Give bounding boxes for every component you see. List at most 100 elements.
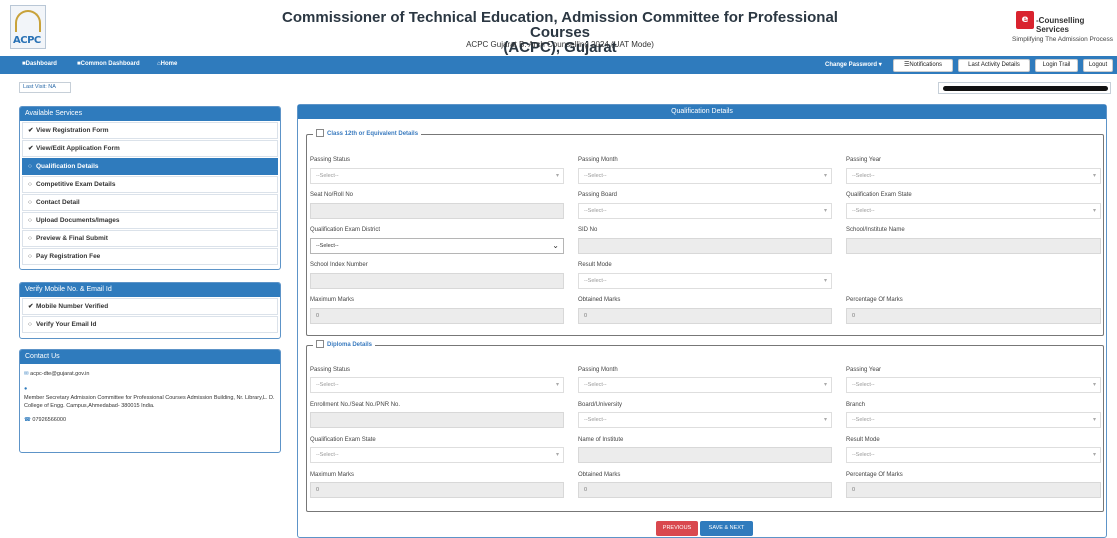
service-contact-detail[interactable]: ○ Contact Detail <box>22 194 278 211</box>
diploma-max-marks-input[interactable]: 0 <box>310 482 564 498</box>
label-exam-district: Qualification Exam District <box>310 227 381 233</box>
nav-change-password[interactable]: Change Password ▾ <box>825 61 882 68</box>
qualification-details-panel: Qualification Details Class 12th or Equi… <box>297 104 1107 538</box>
class12-exam-district-select[interactable]: --Select-- ⌄ <box>310 238 564 254</box>
counselling-brand-tagline: Simplifying The Admission Process <box>1012 36 1114 43</box>
class12-checkbox[interactable] <box>316 129 324 138</box>
class12-passing-status-select[interactable]: --Select-- ▾ <box>310 168 564 184</box>
chevron-down-icon: ▾ <box>1092 382 1096 388</box>
label-passing-year: Passing Year <box>846 157 882 163</box>
chevron-down-icon: ▾ <box>555 173 559 179</box>
contact-panel-title: Contact Us <box>20 350 280 364</box>
acpc-logo-text: ACPC <box>13 35 41 46</box>
class12-seat-no-input[interactable] <box>310 203 564 219</box>
diploma-legend[interactable]: Diploma Details <box>313 340 376 350</box>
label-diploma-obtained-marks: Obtained Marks <box>578 472 621 478</box>
service-view-edit-application-form[interactable]: ✔ View/Edit Application Form <box>22 140 278 157</box>
service-qualification-details[interactable]: ○ Qualification Details <box>22 158 278 175</box>
save-next-button[interactable]: SAVE & NEXT <box>700 521 753 536</box>
circle-icon: ○ <box>28 253 32 260</box>
last-visit-badge: Last Visit: NA <box>19 82 71 93</box>
diploma-enrollment-input[interactable] <box>310 412 564 428</box>
diploma-passing-year-select[interactable]: --Select-- ▾ <box>846 377 1101 393</box>
diploma-fieldset: Diploma Details Passing Status --Select-… <box>306 340 1104 512</box>
last-activity-button[interactable]: Last Activity Details <box>958 59 1030 72</box>
label-school-name: School/Institute Name <box>846 227 905 233</box>
class12-sid-no-input[interactable] <box>578 238 832 254</box>
label-board-university: Board/University <box>578 402 623 408</box>
class12-max-marks-input[interactable]: 0 <box>310 308 564 324</box>
chevron-down-icon: ▾ <box>823 382 827 388</box>
contact-panel: Contact Us ✉ acpc-dte@gujarat.gov.in ● M… <box>19 349 281 453</box>
nav-common-dashboard-link[interactable]: ■Common Dashboard <box>77 61 140 67</box>
chevron-down-icon: ▾ <box>823 278 827 284</box>
available-services-panel: Available Services ✔ View Registration Fo… <box>19 106 281 270</box>
chevron-down-icon: ▾ <box>823 173 827 179</box>
class12-obtained-marks-input[interactable]: 0 <box>578 308 832 324</box>
label-institute-name: Name of Institute <box>578 437 624 443</box>
nav-dashboard-link[interactable]: ■Dashboard <box>22 61 57 67</box>
login-trail-button[interactable]: Login Trail <box>1035 59 1078 72</box>
class12-percentage-input[interactable]: 0 <box>846 308 1101 324</box>
class12-passing-month-select[interactable]: --Select-- ▾ <box>578 168 832 184</box>
service-pay-registration-fee[interactable]: ○ Pay Registration Fee <box>22 248 278 265</box>
service-view-registration-form[interactable]: ✔ View Registration Form <box>22 122 278 139</box>
verify-email-link[interactable]: ○ Verify Your Email Id <box>22 316 278 333</box>
circle-icon: ○ <box>28 181 32 188</box>
label-exam-state: Qualification Exam State <box>846 192 912 198</box>
class12-school-name-input[interactable] <box>846 238 1101 254</box>
contact-email[interactable]: ✉ acpc-dte@gujarat.gov.in <box>20 370 280 379</box>
label-diploma-percentage: Percentage Of Marks <box>846 472 903 478</box>
chevron-down-icon: ⌄ <box>552 241 559 250</box>
class12-school-index-input[interactable] <box>310 273 564 289</box>
service-upload-documents[interactable]: ○ Upload Documents/Images <box>22 212 278 229</box>
class12-result-mode-select[interactable]: --Select-- ▾ <box>578 273 832 289</box>
envelope-icon: ✉ <box>24 371 29 377</box>
logout-button[interactable]: Logout <box>1083 59 1113 72</box>
diploma-checkbox[interactable] <box>316 340 324 349</box>
verify-panel-title: Verify Mobile No. & Email Id <box>20 283 280 297</box>
check-circle-icon: ✔ <box>28 145 34 152</box>
class12-exam-state-select[interactable]: --Select-- ▾ <box>846 203 1101 219</box>
diploma-branch-select[interactable]: --Select-- ▾ <box>846 412 1101 428</box>
diploma-percentage-input[interactable]: 0 <box>846 482 1101 498</box>
diploma-result-mode-select[interactable]: --Select-- ▾ <box>846 447 1101 463</box>
chevron-down-icon: ▾ <box>823 417 827 423</box>
diploma-board-select[interactable]: --Select-- ▾ <box>578 412 832 428</box>
chevron-down-icon: ▾ <box>1092 417 1096 423</box>
mobile-number-verified: ✔ Mobile Number Verified <box>22 298 278 315</box>
class12-passing-board-select[interactable]: --Select-- ▾ <box>578 203 832 219</box>
nav-home-link[interactable]: ⌂Home <box>157 61 177 67</box>
label-diploma-exam-state: Qualification Exam State <box>310 437 376 443</box>
chevron-down-icon: ▾ <box>823 208 827 214</box>
notifications-button[interactable]: ☰Notifications <box>893 59 953 72</box>
label-obtained-marks: Obtained Marks <box>578 297 621 303</box>
label-diploma-result-mode: Result Mode <box>846 437 880 443</box>
diploma-institute-input[interactable] <box>578 447 832 463</box>
service-preview-final-submit[interactable]: ○ Preview & Final Submit <box>22 230 278 247</box>
label-percentage: Percentage Of Marks <box>846 297 903 303</box>
page-subtitle: ACPC Gujarat B. Arch Counselling 2024 (U… <box>466 40 654 49</box>
label-diploma-passing-year: Passing Year <box>846 367 882 373</box>
label-passing-board: Passing Board <box>578 192 618 198</box>
class12-passing-year-select[interactable]: --Select-- ▾ <box>846 168 1101 184</box>
label-diploma-passing-status: Passing Status <box>310 367 351 373</box>
chevron-down-icon: ▾ <box>878 62 882 68</box>
label-diploma-passing-month: Passing Month <box>578 367 618 373</box>
label-passing-month: Passing Month <box>578 157 618 163</box>
contact-address: Member Secretary Admission Committee for… <box>24 395 275 409</box>
qualification-details-title: Qualification Details <box>298 105 1106 119</box>
phone-icon: ☎ <box>24 417 31 423</box>
diploma-obtained-marks-input[interactable]: 0 <box>578 482 832 498</box>
service-competitive-exam-details[interactable]: ○ Competitive Exam Details <box>22 176 278 193</box>
user-info-redacted <box>938 82 1111 94</box>
diploma-passing-status-select[interactable]: --Select-- ▾ <box>310 377 564 393</box>
chevron-down-icon: ▾ <box>1092 452 1096 458</box>
previous-button[interactable]: PREVIOUS <box>656 521 698 536</box>
class12-legend[interactable]: Class 12th or Equivalent Details <box>313 129 422 139</box>
label-school-index: School Index Number <box>310 262 368 268</box>
verify-panel: Verify Mobile No. & Email Id ✔ Mobile Num… <box>19 282 281 339</box>
acpc-logo[interactable]: ACPC <box>10 5 46 49</box>
diploma-exam-state-select[interactable]: --Select-- ▾ <box>310 447 564 463</box>
diploma-passing-month-select[interactable]: --Select-- ▾ <box>578 377 832 393</box>
